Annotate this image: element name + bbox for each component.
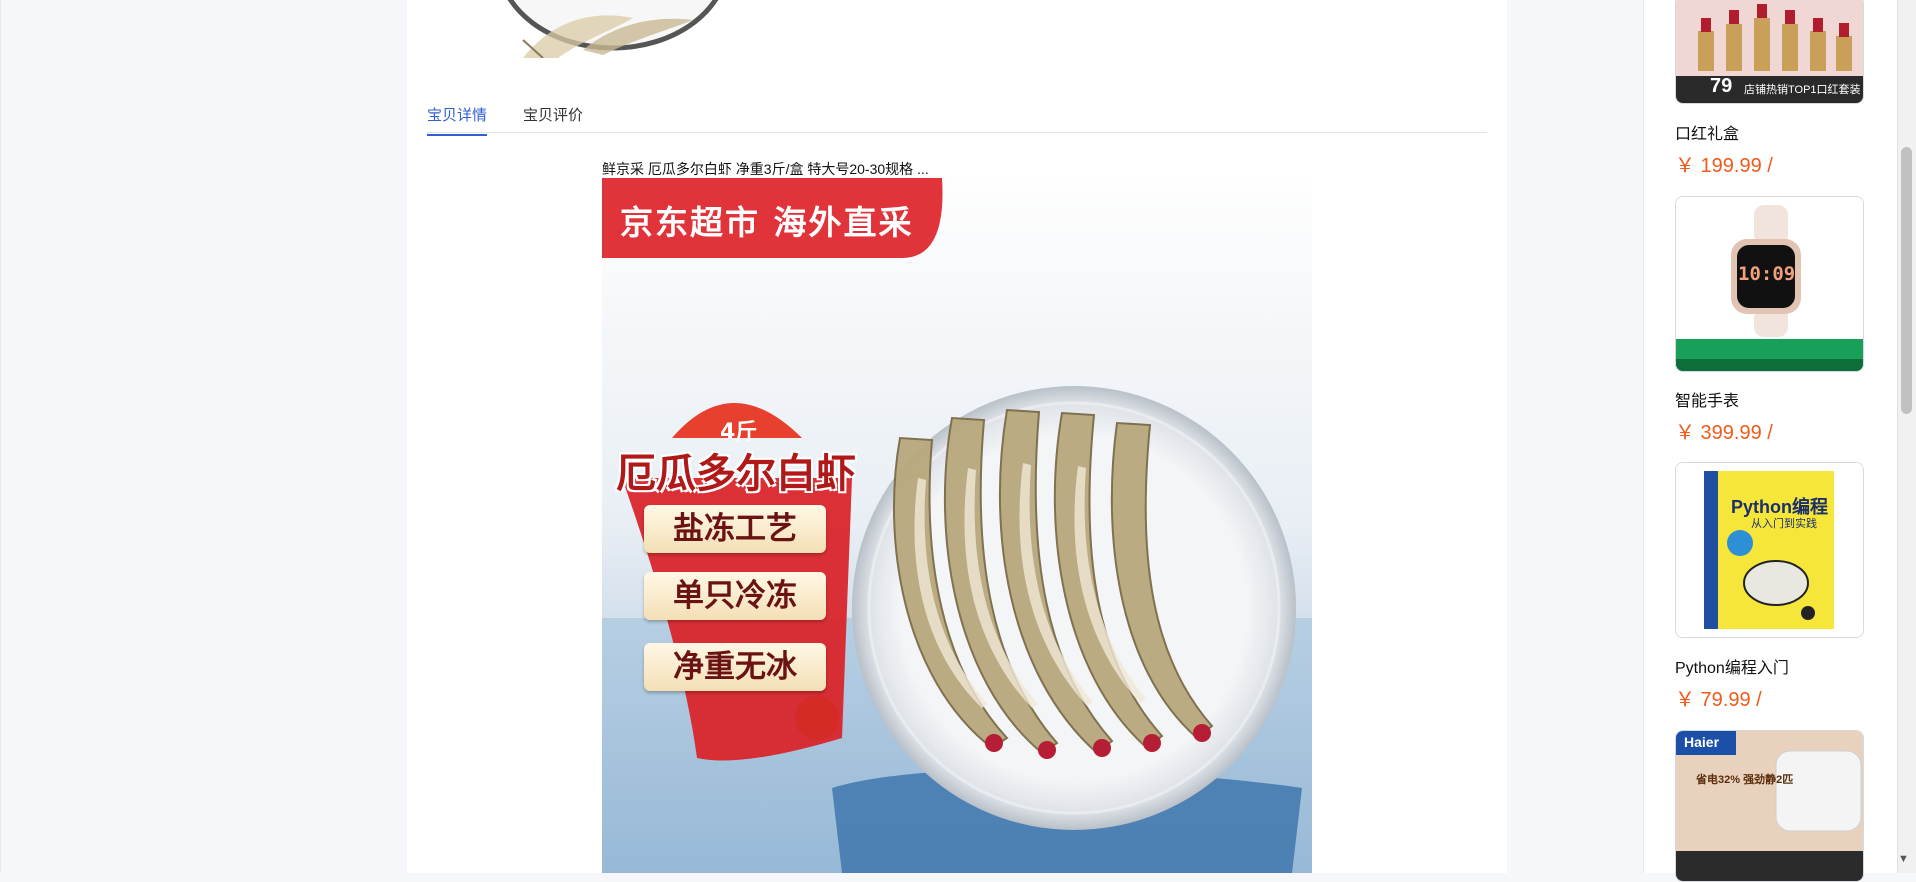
image-product-title: 厄瓜多尔白虾	[616, 451, 856, 497]
lipstick-promo-text: 店铺热销TOP1口红套装	[1744, 84, 1861, 96]
tab-product-details[interactable]: 宝贝详情	[427, 104, 488, 136]
recommendation-name-smartwatch[interactable]: 智能手表	[1675, 387, 1739, 411]
recommendation-sidebar: 79 店铺热销TOP1口红套装 口红礼盒 ￥ 199.99 / 10:09 智能…	[1643, 0, 1898, 882]
book-cover-subtitle: 从入门到实践	[1751, 518, 1817, 530]
scroll-down-arrow-icon[interactable]: ▼	[1898, 853, 1909, 865]
recommendation-name-python-book[interactable]: Python编程入门	[1675, 654, 1789, 678]
detail-tabs: 宝贝详情 宝贝评价	[427, 96, 1487, 136]
product-main-image: 京东超市 海外直采 4斤 厄瓜多尔白虾 盐冻工艺 单只冷冻 净重无冰	[602, 178, 1312, 873]
watch-face-time: 10:09	[1738, 263, 1796, 285]
banner-text: 京东超市 海外直采	[620, 203, 914, 242]
recommendation-image-smartwatch[interactable]: 10:09	[1675, 196, 1864, 372]
haier-logo-text: Haier	[1684, 734, 1720, 750]
ac-promo-badge: 省电32% 强劲静2匹	[1696, 774, 1794, 786]
lipstick-promo-price: 79	[1710, 75, 1733, 97]
feature-salt-frozen: 盐冻工艺	[644, 505, 826, 553]
page-scrollbar[interactable]	[1897, 0, 1916, 873]
product-caption: 鲜京采 厄瓜多尔白虾 净重3斤/盒 特大号20-30规格 ...	[602, 161, 929, 177]
feature-net-weight: 净重无冰	[644, 643, 826, 691]
recommendation-name-lipstick[interactable]: 口红礼盒	[1675, 120, 1739, 144]
page-left-border	[0, 0, 1, 873]
recommendation-image-air-conditioner[interactable]: Haier 省电32% 强劲静2匹	[1675, 730, 1864, 882]
top-product-thumbnail	[463, 0, 743, 58]
tab-product-reviews[interactable]: 宝贝评价	[523, 104, 583, 134]
scrollbar-thumb[interactable]	[1901, 147, 1912, 414]
recommendation-price-smartwatch: ￥ 399.99 /	[1675, 422, 1773, 444]
recommendation-image-python-book[interactable]: Python编程 从入门到实践	[1675, 462, 1864, 638]
recommendation-image-lipstick[interactable]: 79 店铺热销TOP1口红套装	[1675, 0, 1864, 104]
recommendation-price-lipstick: ￥ 199.99 /	[1675, 155, 1773, 177]
product-detail-card: 宝贝详情 宝贝评价 鲜京采 厄瓜多尔白虾 净重3斤/盒 特大号20-30规格 .…	[407, 0, 1507, 873]
feature-single-frozen: 单只冷冻	[644, 572, 826, 620]
recommendation-price-python-book: ￥ 79.99 /	[1675, 689, 1762, 711]
